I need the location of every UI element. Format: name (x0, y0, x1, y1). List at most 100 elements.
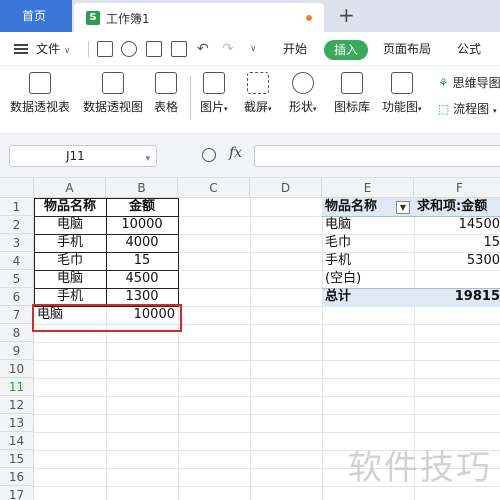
name-box-value: J11 (66, 149, 85, 163)
select-all-corner[interactable] (0, 178, 34, 198)
pivot-row-label[interactable]: 电脑 (322, 216, 414, 234)
row-header[interactable]: 2 (0, 216, 34, 234)
column-header-d[interactable]: D (250, 178, 322, 198)
row-header[interactable]: 12 (0, 396, 34, 414)
watermark: 软件技巧 (348, 448, 492, 488)
pivot-table-button[interactable]: 数据透视表 (10, 72, 70, 115)
row-header[interactable]: 14 (0, 432, 34, 450)
pivot-row-label[interactable]: (空白) (322, 270, 414, 288)
row-header[interactable]: 16 (0, 468, 34, 486)
gridline (250, 198, 251, 500)
menu-formula[interactable]: 公式 (457, 32, 481, 66)
row-header[interactable]: 9 (0, 342, 34, 360)
row-header[interactable]: 1 (0, 198, 34, 216)
row-header[interactable]: 8 (0, 324, 34, 342)
more-icon[interactable]: ∨ (250, 32, 257, 66)
row-header[interactable]: 17 (0, 486, 34, 500)
row-header[interactable]: 5 (0, 270, 34, 288)
pivot-chart-icon (102, 72, 124, 94)
row-header-active[interactable]: 11 (0, 378, 34, 396)
separator (190, 76, 191, 120)
print-icon[interactable] (146, 41, 162, 57)
pivot-row-value[interactable] (414, 270, 500, 288)
pivot-row-value[interactable]: 14500 (414, 216, 500, 234)
save-icon[interactable] (97, 41, 113, 57)
filter-dropdown-icon[interactable]: ▼ (396, 201, 410, 214)
function-icon[interactable]: fx (229, 145, 242, 161)
column-header-e[interactable]: E (322, 178, 414, 198)
tab-workbook-label: 工作簿1 (106, 12, 150, 26)
function-chart-icon (390, 72, 413, 94)
icon-library-button[interactable]: 图标库 (334, 72, 370, 115)
spreadsheet-icon: S (86, 11, 100, 25)
menu-bar: 文件 ∨ ↶ ↷ ∨ 开始 插入 页面布局 公式 (0, 32, 500, 66)
redo-icon[interactable]: ↷ (222, 32, 234, 66)
undo-icon[interactable]: ↶ (197, 32, 209, 66)
column-header-c[interactable]: C (178, 178, 250, 198)
formula-input[interactable] (254, 145, 500, 167)
pivot-table-icon (29, 72, 51, 94)
menu-page-layout[interactable]: 页面布局 (383, 32, 431, 66)
column-header-f[interactable]: F (414, 178, 500, 198)
table-icon (155, 72, 177, 94)
icon-library-icon (341, 72, 363, 94)
formula-bar: J11 ▾ fx (0, 134, 500, 178)
cell-b5[interactable]: 4500 (106, 270, 178, 288)
column-header-a[interactable]: A (34, 178, 106, 198)
gridline (34, 396, 500, 397)
pivot-chart-button[interactable]: 数据透视图 (83, 72, 143, 115)
cell-b2[interactable]: 10000 (106, 216, 178, 234)
pivot-total-label[interactable]: 总计 (322, 288, 414, 306)
chevron-down-icon: ▾ (145, 154, 150, 164)
cell-a2[interactable]: 电脑 (34, 216, 106, 234)
function-chart-button[interactable]: 功能图▾ (382, 72, 422, 115)
flow-chart-icon: ⬚ (438, 102, 450, 116)
row-header[interactable]: 6 (0, 288, 34, 306)
cell-a5[interactable]: 电脑 (34, 270, 106, 288)
gridline (34, 378, 500, 379)
pivot-total-value[interactable]: 19815 (414, 288, 500, 306)
menu-start[interactable]: 开始 (283, 32, 307, 66)
gridline (34, 414, 500, 415)
picture-icon (202, 72, 225, 94)
menu-file[interactable]: 文件 ∨ (36, 32, 70, 66)
pivot-row-label[interactable]: 手机 (322, 252, 414, 270)
shape-icon (291, 72, 314, 94)
tab-bar: 首页 S 工作簿1 + (0, 0, 500, 32)
pivot-row-value[interactable]: 5300 (414, 252, 500, 270)
export-icon[interactable] (121, 41, 137, 57)
table-button[interactable]: 表格 (154, 72, 178, 115)
pivot-row-label[interactable]: 毛巾 (322, 234, 414, 252)
cell-a4[interactable]: 毛巾 (34, 252, 106, 270)
hamburger-menu-icon[interactable] (14, 44, 28, 54)
cell-b1[interactable]: 金额 (106, 198, 178, 216)
print-preview-icon[interactable] (171, 41, 187, 57)
picture-button[interactable]: 图片▾ (200, 72, 228, 115)
column-header-b[interactable]: B (106, 178, 178, 198)
row-header[interactable]: 3 (0, 234, 34, 252)
mind-map-button[interactable]: ⚘ 思维导图 (438, 74, 500, 91)
flow-chart-button[interactable]: ⬚ 流程图 ▾ (438, 100, 497, 117)
screenshot-button[interactable]: 截屏▾ (244, 72, 272, 115)
name-box[interactable]: J11 ▾ (9, 145, 157, 167)
row-header[interactable]: 7 (0, 306, 34, 324)
tab-workbook[interactable]: S 工作簿1 (74, 3, 324, 32)
new-tab-button[interactable]: + (338, 3, 355, 27)
menu-file-label: 文件 (36, 42, 61, 56)
row-header[interactable]: 13 (0, 414, 34, 432)
highlight-box (32, 304, 182, 332)
row-header[interactable]: 10 (0, 360, 34, 378)
tab-home[interactable]: 首页 (0, 0, 72, 32)
screenshot-icon (246, 72, 269, 94)
cell-a1[interactable]: 物品名称 (34, 198, 106, 216)
cell-a3[interactable]: 手机 (34, 234, 106, 252)
pivot-row-value[interactable]: 15 (414, 234, 500, 252)
menu-insert[interactable]: 插入 (324, 40, 368, 60)
cell-b4[interactable]: 15 (106, 252, 178, 270)
shape-button[interactable]: 形状▾ (289, 72, 317, 115)
zoom-icon[interactable] (202, 148, 216, 162)
pivot-header-sum[interactable]: 求和项:金额 (414, 198, 500, 216)
cell-b3[interactable]: 4000 (106, 234, 178, 252)
row-header[interactable]: 4 (0, 252, 34, 270)
row-header[interactable]: 15 (0, 450, 34, 468)
